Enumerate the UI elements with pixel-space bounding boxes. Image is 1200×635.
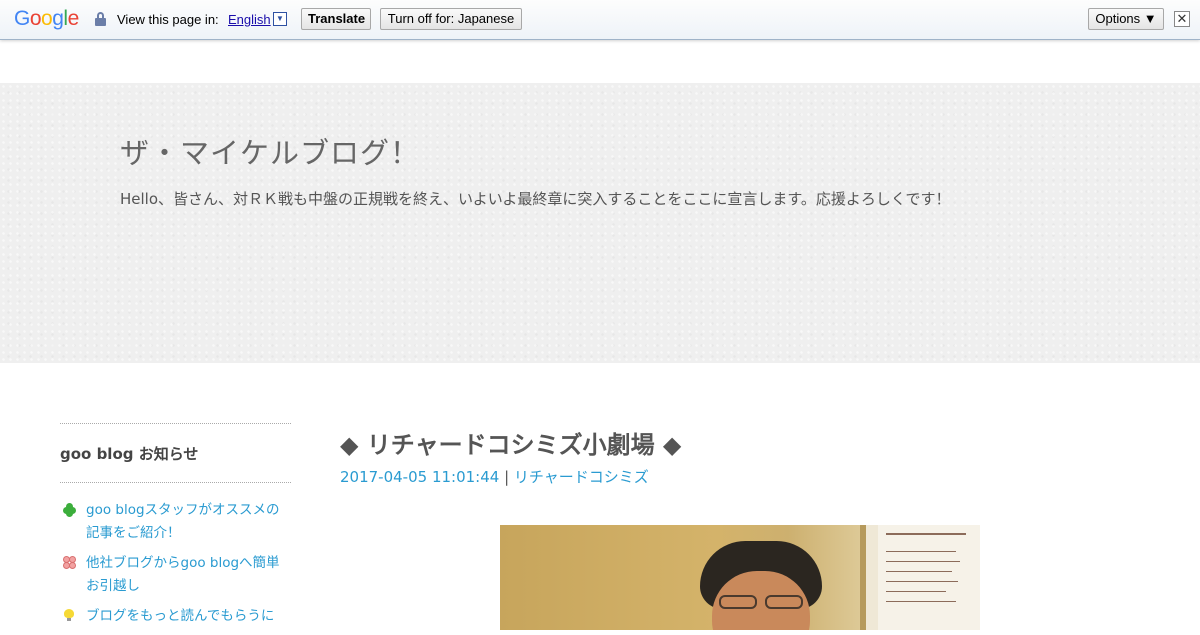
logo-letter: G <box>14 7 30 30</box>
google-logo: Google <box>14 7 79 31</box>
translate-button[interactable]: Translate <box>301 8 371 30</box>
blog-title[interactable]: ザ・マイケルブログ！ <box>120 130 420 172</box>
sidebar-heading: goo blog お知らせ <box>60 445 199 463</box>
blog-header: ザ・マイケルブログ！ Hello、皆さん、対ＲＫ戦も中盤の正規戦を終え、いよいよ… <box>0 83 1200 363</box>
flower-icon <box>63 556 77 570</box>
notice-list: goo blogスタッフがオススメの記事をご紹介！ 他社ブログからgoo blo… <box>60 483 291 628</box>
close-icon[interactable]: ✕ <box>1174 11 1190 27</box>
language-select[interactable]: English <box>228 12 271 27</box>
logo-letter: e <box>67 7 80 30</box>
notice-item[interactable]: ブログをもっと読んでもらうに <box>60 605 291 628</box>
logo-letter: o <box>29 7 42 30</box>
post-meta: 2017-04-05 11:01:44 | リチャードコシミズ <box>340 466 649 487</box>
logo-letter: o <box>41 7 53 30</box>
post-photo <box>500 525 980 630</box>
notice-item[interactable]: goo blogスタッフがオススメの記事をご紹介！ <box>60 499 291 545</box>
options-button[interactable]: Options ▼ <box>1088 8 1164 30</box>
notice-item[interactable]: 他社ブログからgoo blogへ簡単お引越し <box>60 552 291 598</box>
logo-letter: g <box>52 7 64 30</box>
meta-separator: | <box>499 468 514 486</box>
turn-off-button[interactable]: Turn off for: Japanese <box>380 8 522 30</box>
lock-icon <box>95 12 106 26</box>
lightbulb-icon <box>64 609 74 621</box>
notice-link[interactable]: 他社ブログからgoo blogへ簡単お引越し <box>86 555 280 594</box>
post-title[interactable]: ◆ リチャードコシミズ小劇場 ◆ <box>340 425 681 460</box>
sidebar: goo blog お知らせ goo blogスタッフがオススメの記事をご紹介！ … <box>60 423 291 635</box>
post-category-link[interactable]: リチャードコシミズ <box>514 468 649 486</box>
notice-link[interactable]: goo blogスタッフがオススメの記事をご紹介！ <box>86 502 280 541</box>
translate-bar: Google View this page in: English ▼ Tran… <box>0 0 1200 40</box>
notice-link[interactable]: ブログをもっと読んでもらうに <box>86 608 274 624</box>
view-page-label: View this page in: <box>117 12 219 27</box>
blog-description: Hello、皆さん、対ＲＫ戦も中盤の正規戦を終え、いよいよ最終章に突入することを… <box>120 190 951 208</box>
clover-icon <box>63 503 77 517</box>
post-datetime-link[interactable]: 2017-04-05 11:01:44 <box>340 468 499 486</box>
dropdown-arrow-icon[interactable]: ▼ <box>273 12 287 26</box>
